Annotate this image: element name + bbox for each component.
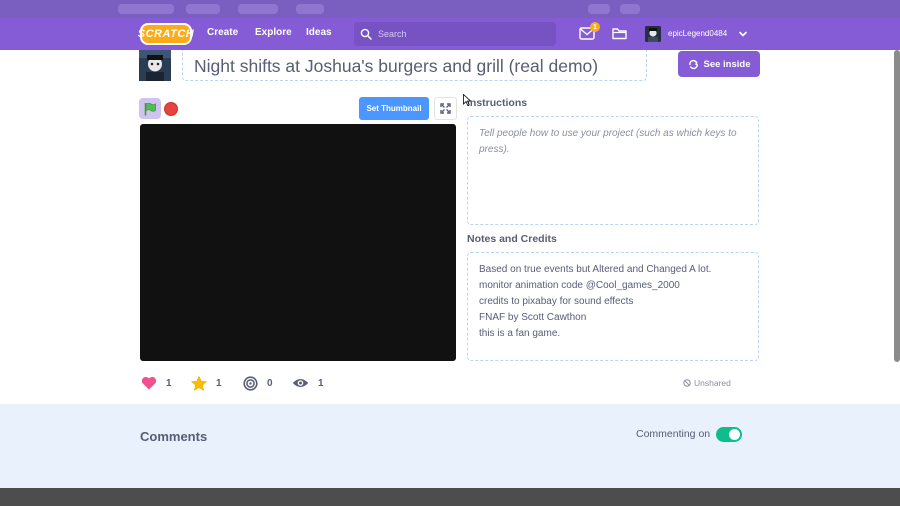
star-icon bbox=[191, 375, 207, 391]
mouse-cursor-icon bbox=[463, 94, 471, 106]
footer bbox=[0, 488, 900, 506]
notes-line: credits to pixabay for sound effects bbox=[479, 296, 634, 307]
project-title[interactable]: Night shifts at Joshua's burgers and gri… bbox=[194, 56, 598, 77]
blurred-icon bbox=[620, 4, 640, 14]
blurred-link bbox=[296, 4, 324, 14]
views-stat: 1 bbox=[292, 376, 324, 390]
browser-top-strip bbox=[0, 0, 900, 18]
notes-line: this is a fan game. bbox=[479, 328, 561, 339]
favorite-stat[interactable]: 1 bbox=[191, 375, 222, 391]
nav-explore[interactable]: Explore bbox=[255, 27, 292, 38]
heart-icon bbox=[141, 376, 157, 390]
unshared-icon bbox=[683, 379, 691, 387]
project-title-field[interactable]: Night shifts at Joshua's burgers and gri… bbox=[182, 50, 647, 81]
instructions-textarea[interactable]: Tell people how to use your project (suc… bbox=[467, 116, 759, 225]
blurred-link bbox=[186, 4, 220, 14]
remix-stat: 0 bbox=[243, 375, 273, 391]
blurred-icon bbox=[588, 4, 610, 14]
green-flag-button[interactable] bbox=[139, 98, 161, 119]
page-scrollbar[interactable] bbox=[894, 50, 900, 362]
user-avatar[interactable] bbox=[645, 26, 661, 42]
comments-title: Comments bbox=[140, 429, 208, 444]
nav-create[interactable]: Create bbox=[207, 27, 238, 38]
avatar-image bbox=[645, 26, 661, 42]
blurred-logo bbox=[118, 4, 174, 14]
nav-ideas[interactable]: Ideas bbox=[306, 27, 332, 38]
notes-line: FNAF by Scott Cawthon bbox=[479, 312, 587, 323]
stop-button[interactable] bbox=[164, 102, 178, 116]
project-stage[interactable] bbox=[140, 124, 456, 361]
set-thumbnail-button[interactable]: Set Thumbnail bbox=[359, 97, 429, 120]
share-status-label: Unshared bbox=[694, 378, 731, 388]
project-author-avatar[interactable] bbox=[139, 50, 171, 81]
notes-textarea[interactable]: Based on true events but Altered and Cha… bbox=[467, 252, 759, 361]
author-avatar-image bbox=[139, 50, 171, 81]
fullscreen-button[interactable] bbox=[434, 97, 457, 120]
instructions-heading: Instructions bbox=[467, 97, 528, 109]
view-count: 1 bbox=[318, 377, 324, 389]
see-inside-button[interactable]: See inside bbox=[678, 51, 760, 77]
my-stuff-folder-icon[interactable] bbox=[612, 27, 627, 40]
notes-line: monitor animation code @Cool_games_2000 bbox=[479, 280, 680, 291]
message-count-badge: 1 bbox=[590, 22, 600, 32]
favorite-count: 1 bbox=[216, 377, 222, 389]
green-flag-icon bbox=[144, 102, 156, 115]
remix-spiral-icon bbox=[243, 375, 258, 391]
commenting-toggle[interactable] bbox=[716, 427, 742, 442]
blurred-link bbox=[238, 4, 278, 14]
share-status: Unshared bbox=[683, 378, 731, 388]
notes-heading: Notes and Credits bbox=[467, 233, 557, 245]
search-box[interactable] bbox=[354, 22, 556, 46]
remix-arrows-icon bbox=[688, 59, 698, 69]
love-stat[interactable]: 1 bbox=[141, 376, 172, 390]
love-count: 1 bbox=[166, 377, 172, 389]
notes-line: Based on true events but Altered and Cha… bbox=[479, 264, 712, 275]
scratch-logo[interactable]: SCRATCH bbox=[138, 23, 194, 45]
search-input[interactable] bbox=[378, 24, 548, 44]
toggle-knob bbox=[729, 429, 740, 440]
search-icon bbox=[360, 28, 372, 40]
see-inside-label: See inside bbox=[703, 58, 751, 70]
remix-count: 0 bbox=[267, 377, 273, 389]
username[interactable]: epicLegend0484 bbox=[668, 29, 727, 38]
navbar: SCRATCH Create Explore Ideas 1 epicLegen… bbox=[0, 18, 900, 50]
chevron-down-icon[interactable] bbox=[739, 30, 747, 38]
comments-section: Comments Commenting on bbox=[0, 404, 900, 488]
fullscreen-icon bbox=[440, 103, 451, 114]
commenting-label: Commenting on bbox=[636, 428, 711, 440]
eye-icon bbox=[292, 379, 309, 387]
